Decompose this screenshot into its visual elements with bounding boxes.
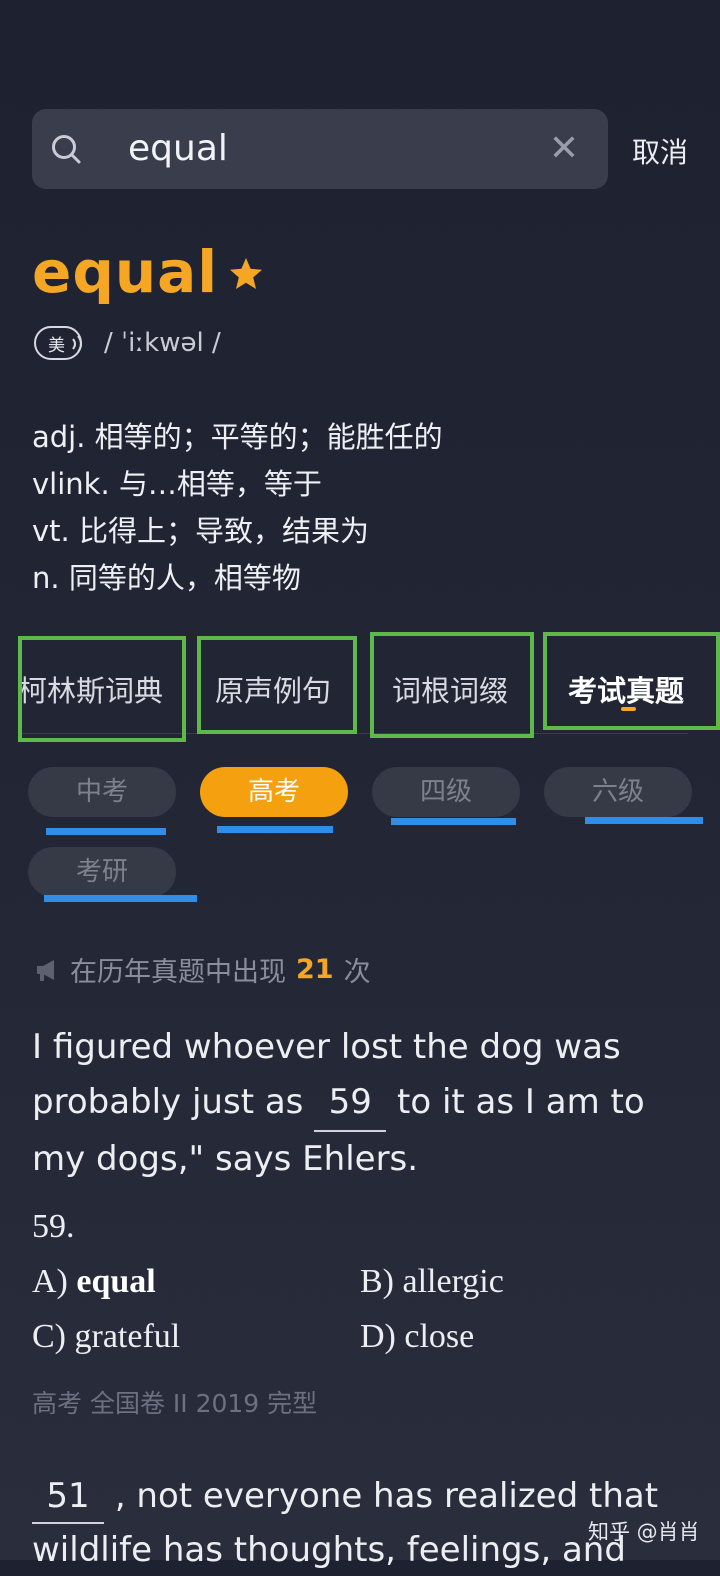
favorite-star-icon[interactable] [228, 256, 264, 292]
question-source: 高考 全国卷 II 2019 完型 [32, 1389, 318, 1418]
option-letter: D) [360, 1318, 396, 1355]
question-passage: I figured whoever lost the dog was proba… [32, 1020, 692, 1187]
option-a: A) equal [32, 1263, 156, 1301]
chip-gaokao[interactable]: 高考 [200, 767, 348, 817]
option-text: grateful [74, 1318, 181, 1355]
option-d: D) close [360, 1318, 474, 1356]
blank-number: 59 [314, 1075, 387, 1132]
annotation-underline [217, 826, 333, 833]
chip-zhongkao[interactable]: 中考 [28, 767, 176, 817]
clear-icon[interactable]: ✕ [546, 131, 582, 167]
option-letter: B) [360, 1263, 394, 1300]
definition-item: vlink. 与…相等，等于 [32, 467, 322, 501]
option-letter: A) [32, 1263, 68, 1300]
watermark: 知乎 @肖肖 [588, 1520, 700, 1544]
definition-item: adj. 相等的；平等的；能胜任的 [32, 420, 443, 454]
megaphone-icon [37, 959, 54, 981]
option-letter: C) [32, 1318, 66, 1355]
phonetic: / ˈiːkwəl / [104, 328, 221, 358]
occurrence-info: 在历年真题中出现 21 次 [34, 950, 371, 989]
cancel-button[interactable]: 取消 [632, 131, 688, 171]
accent-label: 美 [48, 335, 65, 356]
search-input[interactable]: equal [128, 126, 558, 172]
passage-text: , not everyone has realized that wildlif… [32, 1476, 659, 1570]
occurrence-prefix: 在历年真题中出现 [70, 957, 286, 988]
chip-cet4[interactable]: 四级 [372, 767, 520, 817]
definitions: adj. 相等的；平等的；能胜任的 vlink. 与…相等，等于 vt. 比得上… [32, 414, 443, 602]
blank-number: 51 [32, 1470, 104, 1524]
question-number: 59. [32, 1208, 75, 1245]
occurrence-suffix: 次 [343, 957, 371, 988]
annotation-underline [46, 828, 166, 835]
chip-kaoyan[interactable]: 考研 [28, 847, 176, 897]
annotation-box [370, 632, 534, 738]
option-text: close [404, 1318, 475, 1355]
option-text: equal [76, 1263, 156, 1300]
annotation-underline [391, 818, 516, 825]
speaker-icon [72, 335, 82, 353]
chip-cet6[interactable]: 六级 [544, 767, 692, 817]
definition-item: n. 同等的人，相等物 [32, 561, 301, 595]
option-text: allergic [402, 1263, 504, 1300]
annotation-box [543, 632, 720, 730]
headword: equal [32, 238, 219, 306]
definition-item: vt. 比得上；导致，结果为 [32, 514, 369, 548]
occurrence-count: 21 [296, 954, 334, 985]
search-icon [52, 135, 81, 164]
option-b: B) allergic [360, 1263, 504, 1301]
annotation-underline [44, 895, 197, 902]
annotation-box [197, 636, 357, 734]
search-bar[interactable]: equal ✕ [32, 109, 608, 189]
annotation-box [18, 636, 186, 742]
annotation-underline [585, 817, 703, 824]
option-c: C) grateful [32, 1318, 180, 1356]
